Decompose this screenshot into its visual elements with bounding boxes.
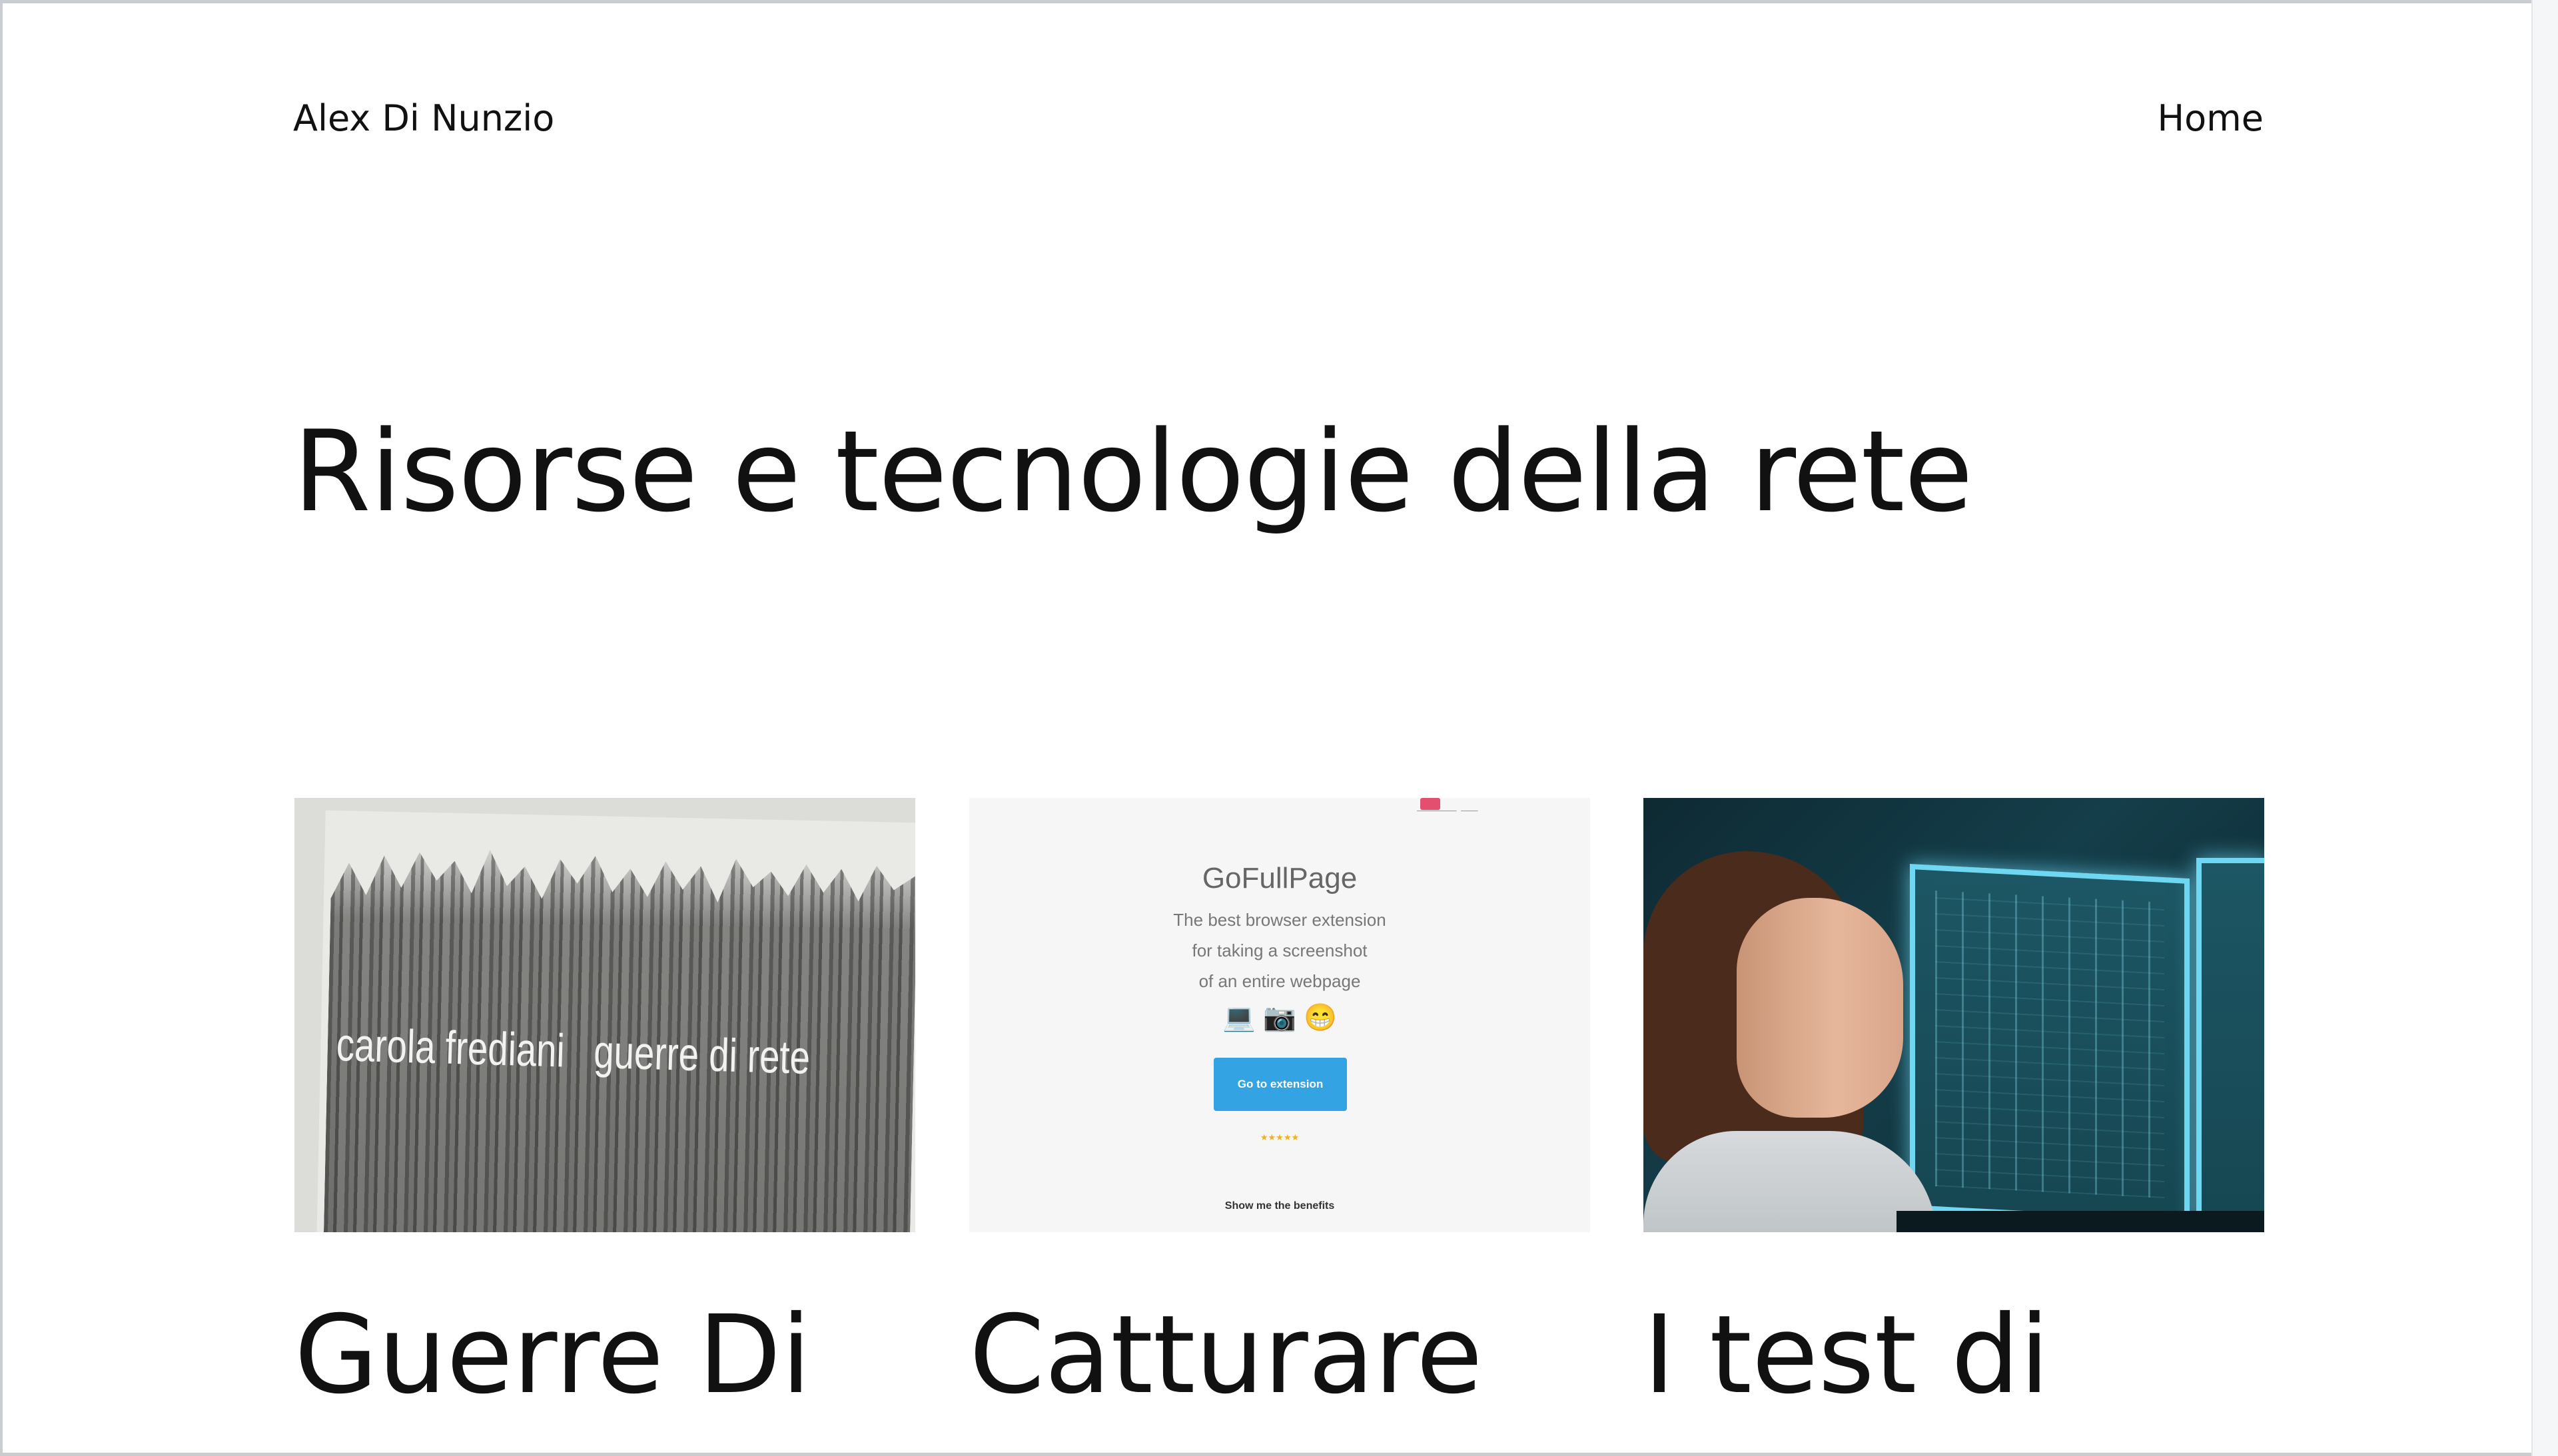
window-border-left <box>0 0 3 1456</box>
post-thumbnail[interactable] <box>1643 798 2264 1232</box>
nav-home-link[interactable]: Home <box>2158 97 2264 139</box>
tagline-line: for taking a screenshot <box>1192 940 1368 960</box>
page: Alex Di Nunzio Home Risorse e tecnologie… <box>0 0 2558 1456</box>
book-cover-title: guerre di rete <box>593 1025 811 1084</box>
post-title-link[interactable]: Catturare <box>969 1291 1590 1420</box>
benefits-label: Show me the benefits <box>1224 1200 1335 1212</box>
post-title-link[interactable]: Guerre Di <box>294 1291 915 1420</box>
gofullpage-tagline: The best browser extension for taking a … <box>969 905 1590 996</box>
woman-shirt <box>1643 1131 1936 1232</box>
site-title-link[interactable]: Alex Di Nunzio <box>293 97 554 139</box>
page-title: Risorse e tecnologie della rete <box>293 406 1973 537</box>
go-to-extension-button: Go to extension <box>1214 1058 1347 1111</box>
monitor-illustration <box>1910 863 2190 1226</box>
post-thumbnail[interactable]: ─────── ─── GoFullPage The best browser … <box>969 798 1590 1232</box>
woman-face <box>1737 898 1903 1118</box>
desk <box>1897 1211 2264 1232</box>
post-card[interactable]: ─────── ─── GoFullPage The best browser … <box>969 798 1590 1420</box>
post-title-link[interactable]: I test di <box>1643 1291 2264 1420</box>
book-cover-author: carola frediani <box>335 1018 566 1077</box>
smiley-icon: 😁 <box>1304 1003 1337 1032</box>
thumbnail-topbar: ─────── ─── <box>1417 806 1478 815</box>
camera-icon: 📷 <box>1263 1003 1296 1032</box>
emoji-icons: 💻 📷 😁 <box>969 1002 1590 1033</box>
tagline-line: The best browser extension <box>1173 910 1386 930</box>
window-border-bottom <box>0 1453 2558 1456</box>
gofullpage-title: GoFullPage <box>1202 862 1358 895</box>
scrollbar-track[interactable] <box>2531 0 2558 1456</box>
post-card[interactable]: carola frediani guerre di rete Guerre Di <box>294 798 915 1420</box>
post-thumbnail[interactable]: carola frediani guerre di rete <box>294 798 915 1232</box>
window-border-top <box>0 0 2558 3</box>
monitor-illustration <box>2196 858 2264 1231</box>
computer-icon: 💻 <box>1222 1003 1256 1032</box>
tagline-line: of an entire webpage <box>1198 971 1361 991</box>
rating-stars: ★★★★★ <box>1260 1132 1300 1142</box>
post-card[interactable]: I test di <box>1643 798 2264 1420</box>
